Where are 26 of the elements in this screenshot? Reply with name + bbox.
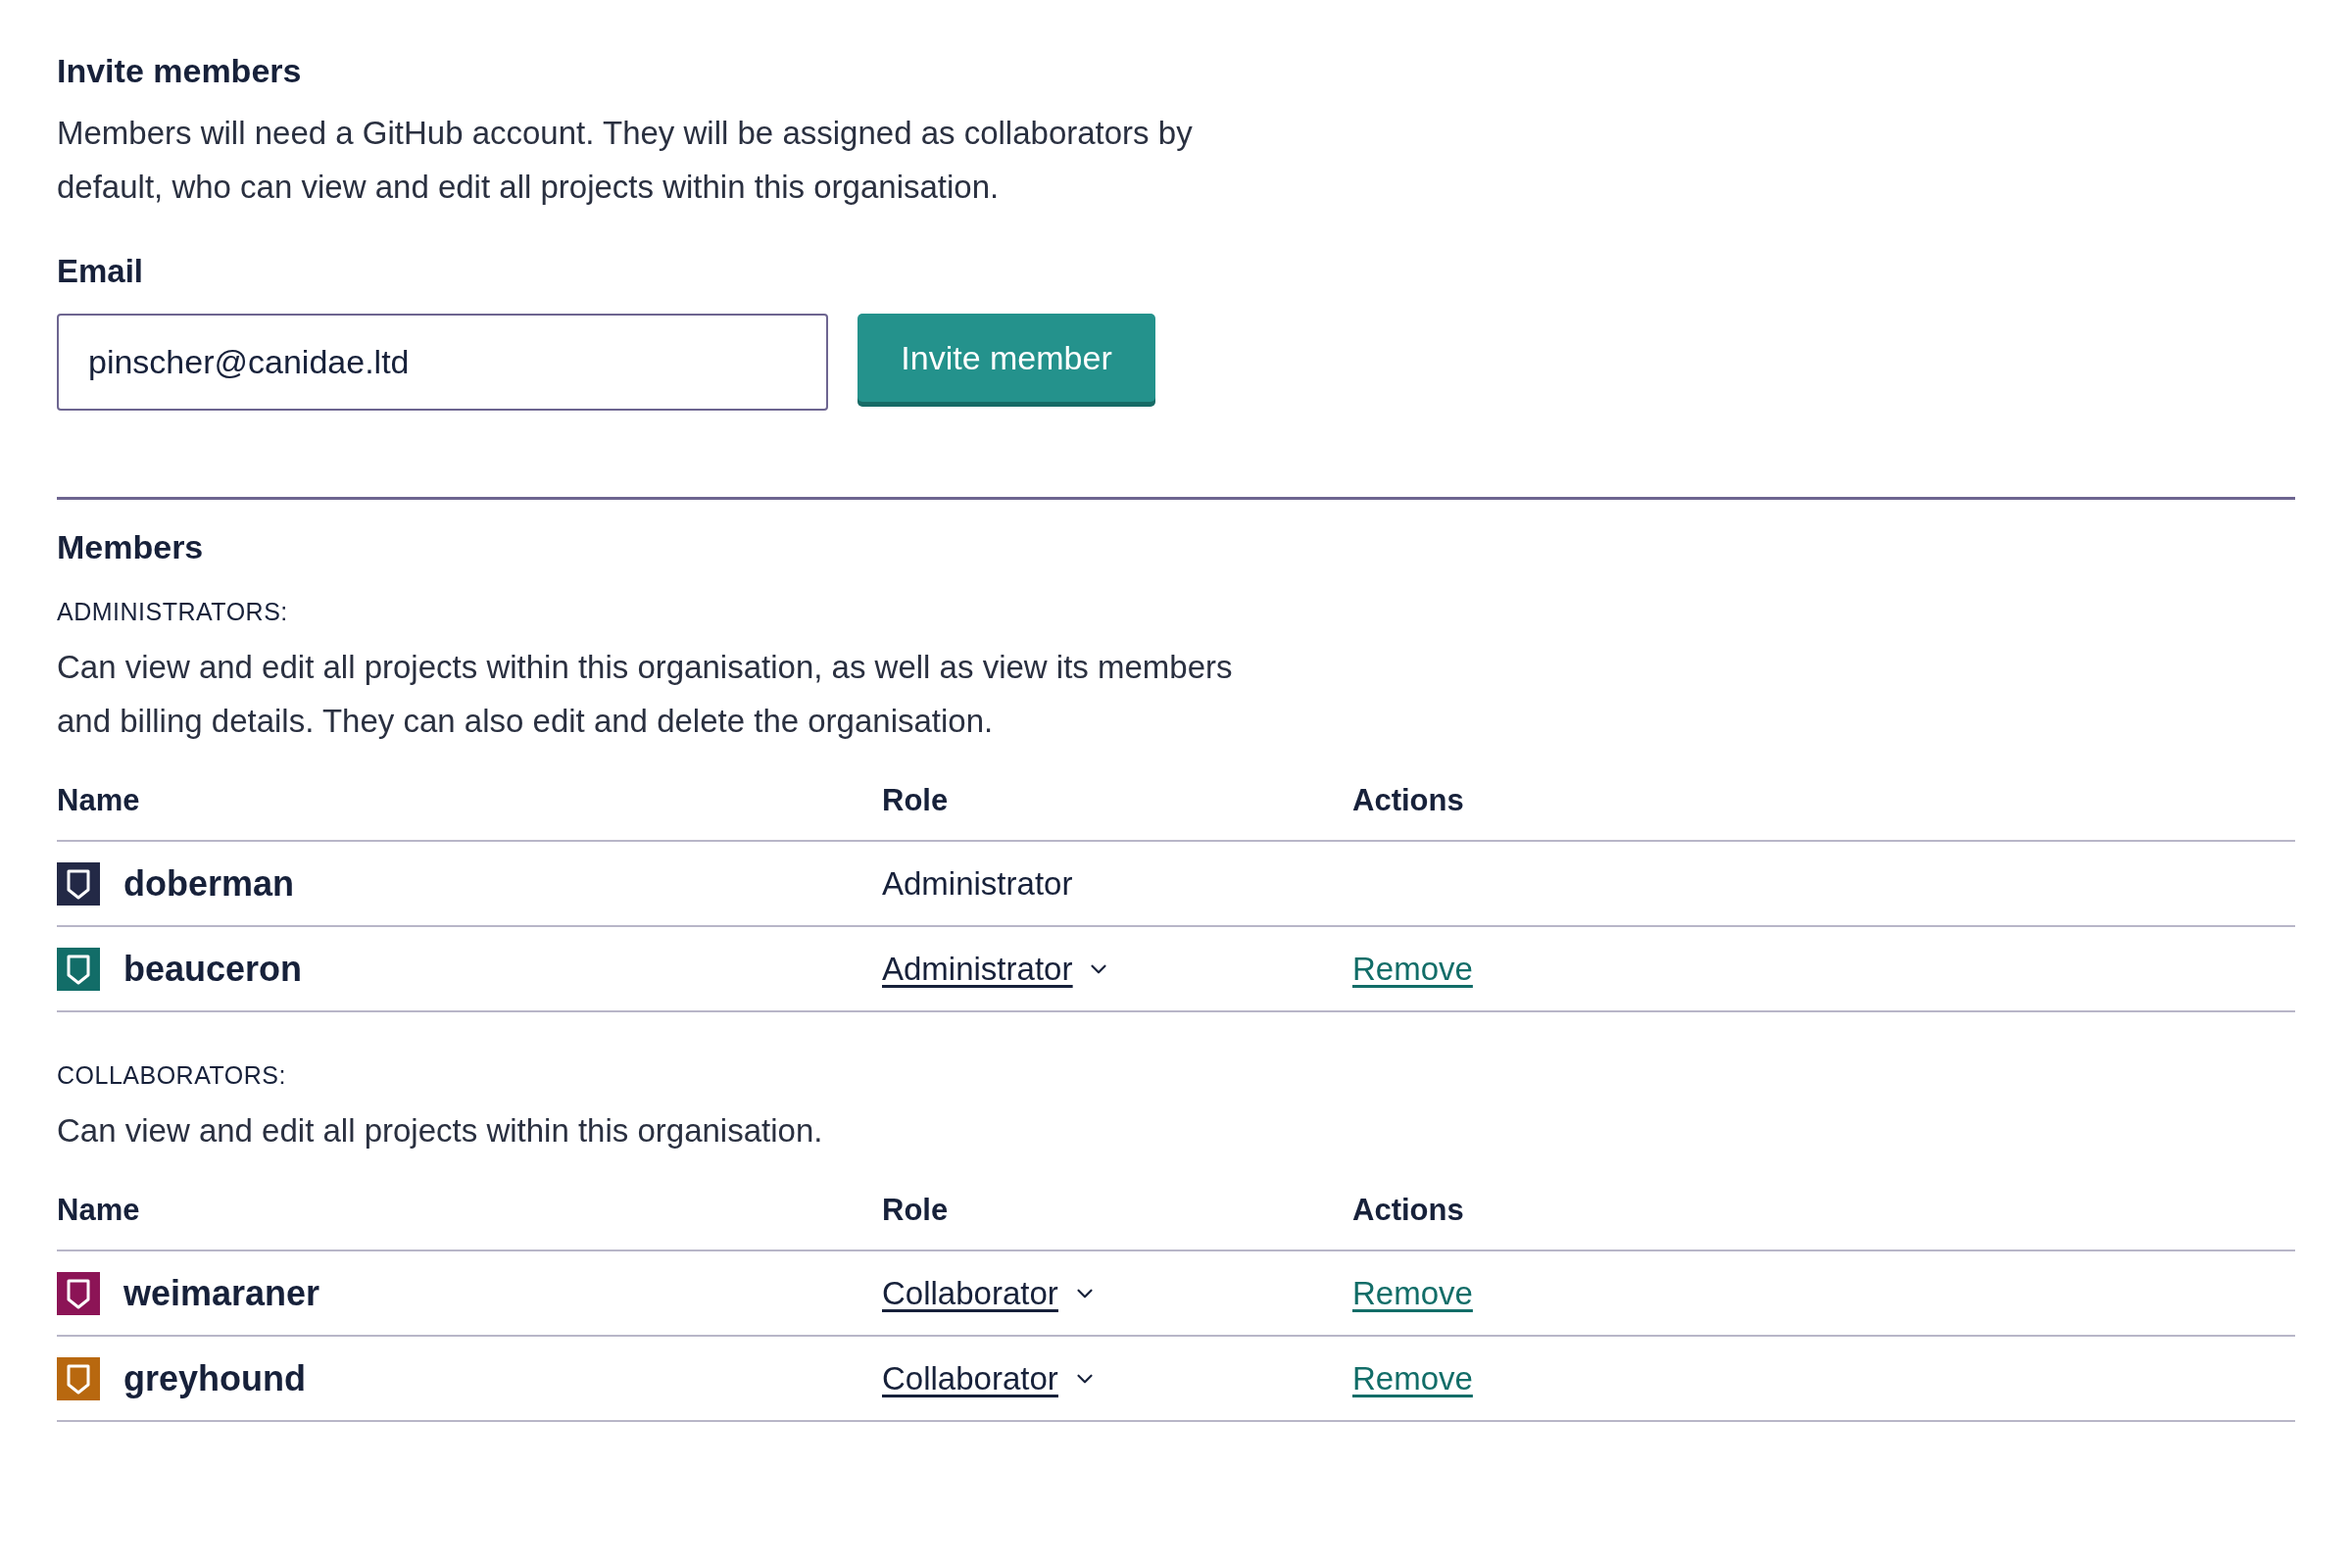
- remove-link[interactable]: Remove: [1352, 1274, 1473, 1311]
- column-header: Name: [57, 1193, 141, 1228]
- group-description: Can view and edit all projects within this organisation.: [57, 1111, 824, 1151]
- column-header: Role: [882, 783, 950, 818]
- email-field[interactable]: pinscher@canidae.ltd: [57, 314, 828, 411]
- group-description: Can view and edit all projects within this organisation, as well as view its members and billing details. They can also edit and delete the organisation.: [57, 648, 1233, 741]
- remove-link[interactable]: Remove: [1352, 1359, 1473, 1396]
- member-name: weimaraner: [123, 1272, 320, 1314]
- section-heading: Members: [57, 527, 205, 567]
- column-header: Role: [882, 1193, 950, 1228]
- column-header: Actions: [1352, 1193, 1465, 1228]
- group-label: ADMINISTRATORS:: [57, 598, 289, 626]
- member-name: greyhound: [123, 1357, 306, 1399]
- section-heading: Invite members: [57, 51, 303, 91]
- role-dropdown[interactable]: Collaborator: [882, 1359, 1098, 1397]
- remove-link[interactable]: Remove: [1352, 950, 1473, 987]
- member-name: doberman: [123, 862, 295, 905]
- member-name: beauceron: [123, 948, 303, 990]
- column-header: Actions: [1352, 783, 1465, 818]
- role-dropdown[interactable]: Collaborator: [882, 1274, 1098, 1312]
- column-header: Name: [57, 783, 141, 818]
- description: Members will need a GitHub account. They will be assigned as collaborators by default, who can view and edit all projects within this organisation.: [57, 114, 1194, 207]
- role-dropdown[interactable]: Administrator: [882, 950, 1112, 988]
- member-role: Administrator: [882, 864, 1073, 902]
- field-label: Email: [57, 253, 145, 290]
- group-label: COLLABORATORS:: [57, 1061, 287, 1090]
